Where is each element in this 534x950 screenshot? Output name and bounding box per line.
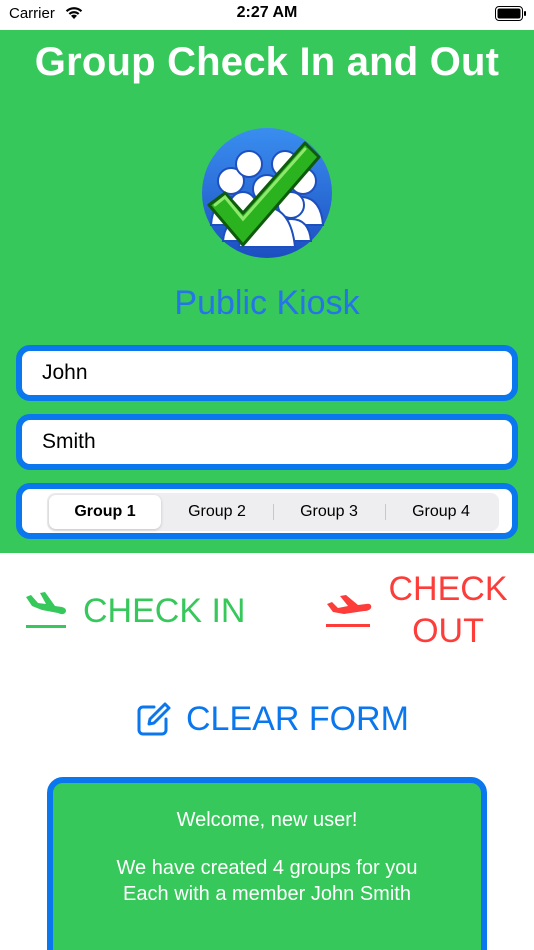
last-name-field-frame <box>16 414 518 470</box>
clock-time: 2:27 AM <box>236 4 298 21</box>
check-out-label-line2: OUT <box>412 612 484 650</box>
last-name-field[interactable] <box>22 420 512 464</box>
welcome-message-line-2: Each with a member John Smith <box>123 883 411 905</box>
check-in-label: CHECK IN <box>83 591 246 630</box>
segment-group-4[interactable]: Group 4 <box>385 495 497 529</box>
group-selector-frame: Group 1 Group 2 Group 3 Group 4 <box>16 483 518 539</box>
battery-icon <box>495 6 526 21</box>
status-bar: Carrier 2:27 AM <box>0 0 534 30</box>
check-out-label-line1: CHECK <box>388 570 508 608</box>
check-in-button[interactable]: CHECK IN <box>24 586 245 636</box>
welcome-message-line-1: We have created 4 groups for you <box>116 857 418 879</box>
kiosk-subtitle: Public Kiosk <box>174 284 360 322</box>
segment-group-1[interactable]: Group 1 <box>49 495 161 529</box>
clear-form-label: CLEAR FORM <box>186 699 409 738</box>
first-name-field[interactable] <box>22 351 512 395</box>
segment-group-2[interactable]: Group 2 <box>161 495 273 529</box>
segment-group-3[interactable]: Group 3 <box>273 495 385 529</box>
app-title: Group Check In and Out <box>34 40 500 84</box>
group-segmented-control[interactable]: Group 1 Group 2 Group 3 Group 4 <box>47 493 499 531</box>
welcome-message-title: Welcome, new user! <box>176 809 358 831</box>
edit-icon <box>137 702 171 736</box>
check-out-label: CHECK OUT <box>388 568 508 652</box>
plane-departure-icon <box>326 595 372 627</box>
clear-form-button[interactable]: CLEAR FORM <box>136 697 409 741</box>
plane-departure-icon <box>26 592 66 628</box>
group-checkmark-logo-icon <box>202 128 332 258</box>
first-name-field-frame <box>16 345 518 401</box>
welcome-message-box: Welcome, new user! We have created 4 gro… <box>47 777 487 950</box>
